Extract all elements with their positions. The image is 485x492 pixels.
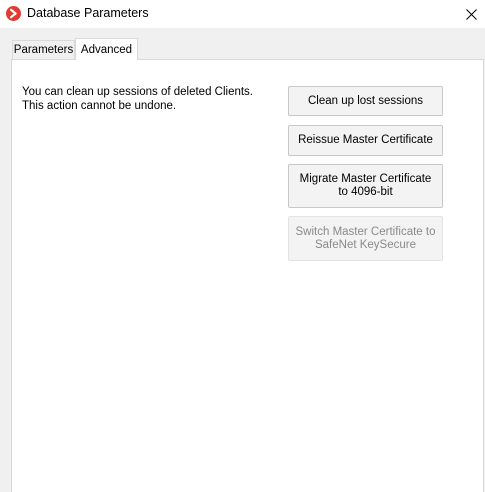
app-logo-icon [6, 6, 21, 21]
dialog-window: Database Parameters Parameters Advanced … [0, 0, 485, 492]
switch-master-certificate-button: Switch Master Certificate to SafeNet Key… [288, 216, 443, 261]
migrate-master-certificate-label: Migrate Master Certificate to 4096-bit [299, 173, 432, 198]
clean-up-lost-sessions-label: Clean up lost sessions [307, 94, 424, 107]
advanced-tab-panel [11, 59, 484, 492]
switch-master-certificate-label: Switch Master Certificate to SafeNet Key… [295, 225, 436, 251]
clean-up-lost-sessions-button[interactable]: Clean up lost sessions [288, 86, 443, 116]
tab-advanced[interactable]: Advanced [75, 38, 138, 60]
reissue-master-certificate-label: Reissue Master Certificate [298, 134, 433, 146]
close-button[interactable] [457, 0, 485, 28]
reissue-master-certificate-button[interactable]: Reissue Master Certificate [288, 125, 443, 156]
cleanup-info-text: You can clean up sessions of deleted Cli… [22, 86, 254, 112]
tab-parameters[interactable]: Parameters [12, 40, 75, 59]
tab-advanced-label: Advanced [80, 43, 133, 56]
title-bar[interactable]: Database Parameters [0, 0, 485, 28]
window-title: Database Parameters [27, 6, 149, 20]
close-icon [465, 8, 477, 20]
migrate-master-certificate-button[interactable]: Migrate Master Certificate to 4096-bit [288, 164, 443, 208]
tab-parameters-label: Parameters [13, 44, 74, 56]
